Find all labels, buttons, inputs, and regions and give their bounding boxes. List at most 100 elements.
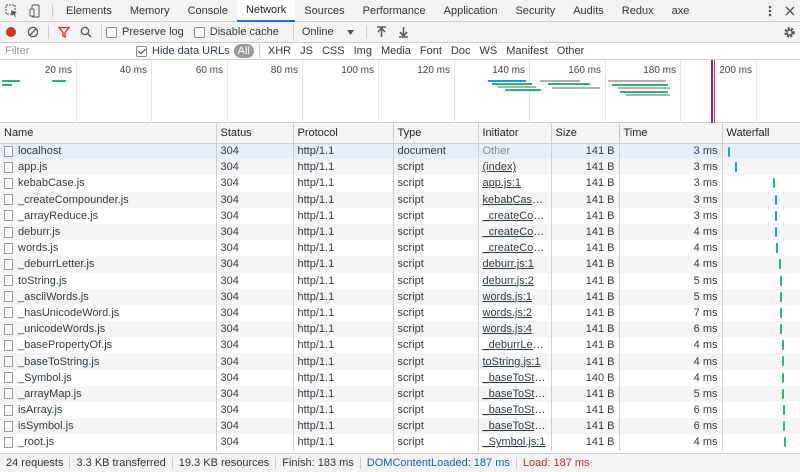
- initiator-cell[interactable]: words.js:2: [478, 304, 552, 322]
- name-cell[interactable]: toString.js: [0, 272, 217, 289]
- table-row[interactable]: _Symbol.js 304 http/1.1 script _baseToStrin……: [0, 369, 800, 386]
- name-cell[interactable]: isArray.js: [0, 402, 217, 419]
- filter-type-manifest[interactable]: Manifest: [502, 44, 552, 58]
- filter-type-ws[interactable]: WS: [475, 44, 501, 58]
- filter-type-img[interactable]: Img: [350, 44, 376, 58]
- filter-type-doc[interactable]: Doc: [447, 44, 475, 58]
- table-row[interactable]: words.js 304http/1.1script_createComp…141…: [0, 240, 800, 257]
- filter-type-other[interactable]: Other: [553, 44, 589, 58]
- tab-redux[interactable]: Redux: [613, 0, 663, 21]
- column-header-name[interactable]: Name: [0, 123, 217, 144]
- filter-icon[interactable]: [53, 22, 75, 43]
- column-header-protocol[interactable]: Protocol: [293, 123, 394, 144]
- tab-audits[interactable]: Audits: [564, 0, 613, 21]
- table-row[interactable]: kebabCase.js 304 http/1.1 script app.js:1 141…: [0, 175, 800, 192]
- tab-sources[interactable]: Sources: [295, 0, 353, 21]
- tab-console[interactable]: Console: [179, 0, 237, 21]
- name-cell[interactable]: _unicodeWords.js: [0, 321, 217, 338]
- table-row[interactable]: _hasUnicodeWord.js 304 http/1.1 script words…: [0, 304, 800, 322]
- table-row[interactable]: deburr.js 304http/1.1script_createComp…14…: [0, 223, 800, 241]
- tab-security[interactable]: Security: [506, 0, 564, 21]
- filter-type-font[interactable]: Font: [416, 44, 446, 58]
- name-cell[interactable]: _root.js: [0, 434, 217, 451]
- name-cell[interactable]: _hasUnicodeWord.js: [0, 304, 217, 322]
- tab-axe[interactable]: axe: [663, 0, 699, 21]
- table-row[interactable]: _basePropertyOf.js 304 http/1.1 script _debu…: [0, 337, 800, 354]
- name-cell[interactable]: kebabCase.js: [0, 175, 217, 192]
- name-cell[interactable]: _createCompounder.js: [0, 191, 217, 208]
- filter-input[interactable]: [0, 43, 130, 59]
- table-row[interactable]: isArray.js 304 http/1.1 script _baseToStrin……: [0, 402, 800, 419]
- name-cell[interactable]: _arrayMap.js: [0, 385, 217, 402]
- initiator-cell[interactable]: _createComp…: [478, 240, 552, 257]
- initiator-cell[interactable]: _createComp…: [478, 223, 552, 241]
- preserve-log-checkbox[interactable]: Preserve log: [106, 26, 184, 38]
- table-row[interactable]: _asciiWords.js 304 http/1.1 script words.js:…: [0, 288, 800, 305]
- initiator-cell[interactable]: _baseToStrin…: [478, 418, 552, 435]
- table-row[interactable]: _deburrLetter.js 304 http/1.1 script deburr.…: [0, 256, 800, 273]
- initiator-cell[interactable]: _Symbol.js:1: [478, 434, 552, 451]
- filter-type-all[interactable]: All: [233, 44, 254, 58]
- name-cell[interactable]: _arrayReduce.js: [0, 207, 217, 224]
- name-cell[interactable]: _baseToString.js: [0, 353, 217, 370]
- name-cell[interactable]: isSymbol.js: [0, 418, 217, 435]
- name-cell[interactable]: _basePropertyOf.js: [0, 337, 217, 354]
- table-row[interactable]: _unicodeWords.js 304 http/1.1 script words.j…: [0, 321, 800, 338]
- export-har-icon[interactable]: [393, 22, 415, 43]
- tab-network[interactable]: Network: [236, 0, 296, 22]
- initiator-cell[interactable]: toString.js:1: [478, 353, 552, 370]
- column-header-initiator[interactable]: Initiator: [478, 123, 552, 144]
- name-cell[interactable]: _asciiWords.js: [0, 288, 217, 305]
- more-options-icon[interactable]: [760, 5, 780, 17]
- initiator-cell[interactable]: words.js:1: [478, 288, 552, 305]
- name-cell[interactable]: localhost: [0, 143, 217, 160]
- timeline-overview[interactable]: 20 ms 40 ms 60 ms 80 ms 100 ms 120 ms 140 ms 16…: [0, 60, 800, 123]
- name-cell[interactable]: app.js: [0, 159, 217, 176]
- checkbox-box[interactable]: [136, 45, 147, 57]
- initiator-cell[interactable]: app.js:1: [478, 175, 552, 192]
- table-row[interactable]: _root.js 304 http/1.1 script _Symbol.js:1 141…: [0, 434, 800, 451]
- name-cell[interactable]: _Symbol.js: [0, 369, 217, 386]
- initiator-cell[interactable]: deburr.js:2: [478, 272, 552, 289]
- initiator-cell[interactable]: _deburrLetter…: [478, 337, 552, 354]
- name-cell[interactable]: _deburrLetter.js: [0, 256, 217, 273]
- clear-button[interactable]: [22, 22, 44, 43]
- disable-cache-checkbox[interactable]: Disable cache: [193, 26, 279, 38]
- table-row[interactable]: app.js 304 http/1.1 script (index) 141 B3 ms: [0, 159, 800, 176]
- filter-type-css[interactable]: CSS: [318, 44, 349, 58]
- table-row[interactable]: _arrayReduce.js 304 http/1.1 script _createC…: [0, 207, 800, 224]
- column-header-type[interactable]: Type: [393, 123, 479, 144]
- throttle-select[interactable]: Online: [298, 26, 358, 38]
- column-header-size[interactable]: Size: [551, 123, 620, 144]
- column-header-time[interactable]: Time: [619, 123, 723, 144]
- record-button[interactable]: [0, 22, 22, 43]
- initiator-cell[interactable]: words.js:4: [478, 321, 552, 338]
- table-row[interactable]: isSymbol.js 304 http/1.1 script _baseToStrin…: [0, 418, 800, 435]
- checkbox-box[interactable]: [106, 26, 117, 38]
- inspect-element-icon[interactable]: [0, 0, 24, 21]
- checkbox-box[interactable]: [193, 26, 205, 38]
- search-icon[interactable]: [75, 22, 97, 43]
- name-cell[interactable]: deburr.js: [0, 223, 217, 241]
- table-row[interactable]: localhost 304 http/1.1 document Other 141 B3 …: [0, 143, 800, 160]
- device-toolbar-icon[interactable]: [24, 0, 48, 21]
- table-row[interactable]: _arrayMap.js 304 http/1.1 script _baseToStri…: [0, 385, 800, 402]
- settings-gear-icon[interactable]: [778, 22, 800, 43]
- filter-type-js[interactable]: JS: [296, 44, 317, 58]
- tab-memory[interactable]: Memory: [121, 0, 179, 21]
- column-header-status[interactable]: Status: [216, 123, 294, 144]
- initiator-cell[interactable]: _baseToStrin…: [478, 402, 552, 419]
- tab-application[interactable]: Application: [435, 0, 507, 21]
- table-row[interactable]: _baseToString.js 304 http/1.1 script toStrin…: [0, 353, 800, 370]
- table-row[interactable]: _createCompounder.js 304 http/1.1 script keb…: [0, 191, 800, 208]
- filter-type-media[interactable]: Media: [377, 44, 415, 58]
- column-header-waterfall[interactable]: Waterfall: [722, 123, 800, 144]
- initiator-cell[interactable]: kebabCase.js:1: [478, 191, 552, 208]
- table-row[interactable]: toString.js 304 http/1.1 script deburr.js:2 1…: [0, 272, 800, 289]
- initiator-cell[interactable]: deburr.js:1: [478, 256, 552, 273]
- filter-type-xhr[interactable]: XHR: [264, 44, 295, 58]
- initiator-cell[interactable]: _baseToStrin…: [478, 385, 552, 402]
- close-icon[interactable]: [780, 6, 800, 16]
- import-har-icon[interactable]: [371, 22, 393, 43]
- initiator-cell[interactable]: _createComp…: [478, 207, 552, 224]
